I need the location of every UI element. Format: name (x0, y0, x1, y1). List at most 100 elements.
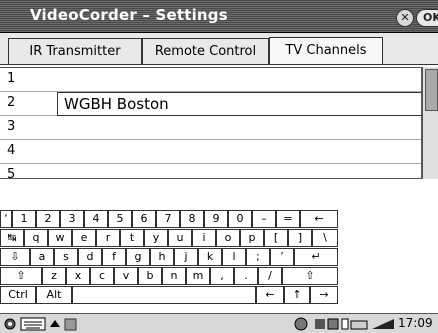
key-apostrophe[interactable]: ’ (270, 248, 294, 266)
key-q[interactable]: q (24, 229, 48, 247)
channel-number: 4 (7, 143, 16, 158)
key-a[interactable]: a (30, 248, 54, 266)
channel-row[interactable]: 4 (0, 140, 421, 164)
key-f[interactable]: f (102, 248, 126, 266)
channel-name[interactable] (57, 164, 421, 178)
app-icon[interactable] (62, 315, 78, 332)
keyboard-row-numbers: ‘ 1 2 3 4 5 6 7 8 9 0 – = ← (0, 210, 438, 229)
key-d[interactable]: d (78, 248, 102, 266)
key-1[interactable]: 1 (12, 210, 36, 228)
keyboard-icon[interactable] (20, 315, 46, 332)
up-arrow-icon[interactable] (49, 315, 61, 332)
close-button[interactable]: ✕ (396, 9, 414, 27)
keyboard-row-bottom: Ctrl Alt ← ↑ → (0, 286, 438, 305)
key-left-bracket[interactable]: [ (264, 229, 288, 247)
channel-name[interactable] (57, 68, 421, 92)
key-v[interactable]: v (114, 267, 138, 285)
key-backslash[interactable]: \ (312, 229, 338, 247)
channel-list[interactable]: 1 2 WGBH Boston 3 4 5 6 (0, 67, 422, 179)
status-icons[interactable] (313, 315, 369, 332)
channel-row[interactable]: 5 (0, 164, 421, 179)
key-capslock[interactable]: ⇩ (0, 248, 30, 266)
keyboard-row-qwerty: ↹ q w e r t y u i o p [ ] \ (0, 229, 438, 248)
channel-name[interactable] (57, 140, 421, 164)
key-0[interactable]: 0 (228, 210, 252, 228)
key-8[interactable]: 8 (180, 210, 204, 228)
channel-row-selected[interactable]: 2 WGBH Boston (0, 92, 421, 116)
key-minus[interactable]: – (252, 210, 276, 228)
key-comma[interactable]: , (210, 267, 234, 285)
tab-tv-channels[interactable]: TV Channels (269, 37, 383, 65)
tab-divider (0, 64, 438, 65)
channel-number: 2 (7, 95, 16, 110)
tab-bar: IR Transmitter Remote Control TV Channel… (0, 33, 438, 65)
channel-name[interactable] (57, 116, 421, 140)
battery-icon[interactable] (370, 315, 396, 332)
key-space[interactable] (72, 286, 256, 304)
key-enter[interactable]: ↵ (294, 248, 338, 266)
key-equals[interactable]: = (276, 210, 300, 228)
key-right-bracket[interactable]: ] (288, 229, 312, 247)
channel-row[interactable]: 1 (0, 68, 421, 92)
key-5[interactable]: 5 (108, 210, 132, 228)
key-slash[interactable]: / (258, 267, 282, 285)
on-screen-keyboard: ‘ 1 2 3 4 5 6 7 8 9 0 – = ← ↹ q w e r t … (0, 180, 438, 313)
key-s[interactable]: s (54, 248, 78, 266)
key-semicolon[interactable]: ; (246, 248, 270, 266)
tab-ir-transmitter[interactable]: IR Transmitter (8, 38, 142, 64)
key-p[interactable]: p (240, 229, 264, 247)
clock: 17:09 (398, 316, 433, 330)
network-icon[interactable] (290, 315, 312, 332)
key-t[interactable]: t (120, 229, 144, 247)
key-arrow-left[interactable]: ← (256, 286, 284, 304)
key-6[interactable]: 6 (132, 210, 156, 228)
key-3[interactable]: 3 (60, 210, 84, 228)
key-shift-left[interactable]: ⇧ (0, 267, 42, 285)
channel-number: 5 (7, 167, 16, 179)
keyboard-row-shift: ⇧ z x c v b n m , . / ⇧ (0, 267, 438, 286)
key-9[interactable]: 9 (204, 210, 228, 228)
key-r[interactable]: r (96, 229, 120, 247)
key-n[interactable]: n (162, 267, 186, 285)
key-g[interactable]: g (126, 248, 150, 266)
key-arrow-right[interactable]: → (310, 286, 338, 304)
key-b[interactable]: b (138, 267, 162, 285)
key-l[interactable]: l (222, 248, 246, 266)
key-x[interactable]: x (66, 267, 90, 285)
key-u[interactable]: u (168, 229, 192, 247)
channel-name-input[interactable]: WGBH Boston (57, 92, 421, 116)
key-m[interactable]: m (186, 267, 210, 285)
channel-number: 3 (7, 119, 16, 134)
key-backspace[interactable]: ← (300, 210, 338, 228)
key-y[interactable]: y (144, 229, 168, 247)
title-bar: VideoCorder – Settings ✕ OK (0, 0, 438, 33)
key-ctrl[interactable]: Ctrl (0, 286, 36, 304)
channel-number: 1 (7, 71, 16, 86)
key-tab[interactable]: ↹ (0, 229, 24, 247)
key-i[interactable]: i (192, 229, 216, 247)
tab-remote-control[interactable]: Remote Control (142, 38, 269, 64)
list-scrollbar[interactable] (422, 67, 438, 179)
key-c[interactable]: c (90, 267, 114, 285)
key-7[interactable]: 7 (156, 210, 180, 228)
task-bar: 17:09 (0, 313, 438, 333)
gear-icon[interactable] (2, 315, 18, 332)
key-z[interactable]: z (42, 267, 66, 285)
key-period[interactable]: . (234, 267, 258, 285)
key-backtick[interactable]: ‘ (0, 210, 12, 228)
ok-button[interactable]: OK (416, 9, 438, 27)
key-arrow-up[interactable]: ↑ (284, 286, 310, 304)
key-o[interactable]: o (216, 229, 240, 247)
key-w[interactable]: w (48, 229, 72, 247)
key-shift-right[interactable]: ⇧ (282, 267, 338, 285)
key-alt[interactable]: Alt (36, 286, 72, 304)
channel-row[interactable]: 3 (0, 116, 421, 140)
scrollbar-thumb[interactable] (425, 69, 438, 111)
key-h[interactable]: h (150, 248, 174, 266)
key-4[interactable]: 4 (84, 210, 108, 228)
key-2[interactable]: 2 (36, 210, 60, 228)
key-j[interactable]: j (174, 248, 198, 266)
key-k[interactable]: k (198, 248, 222, 266)
key-e[interactable]: e (72, 229, 96, 247)
window-title: VideoCorder – Settings (30, 6, 228, 24)
